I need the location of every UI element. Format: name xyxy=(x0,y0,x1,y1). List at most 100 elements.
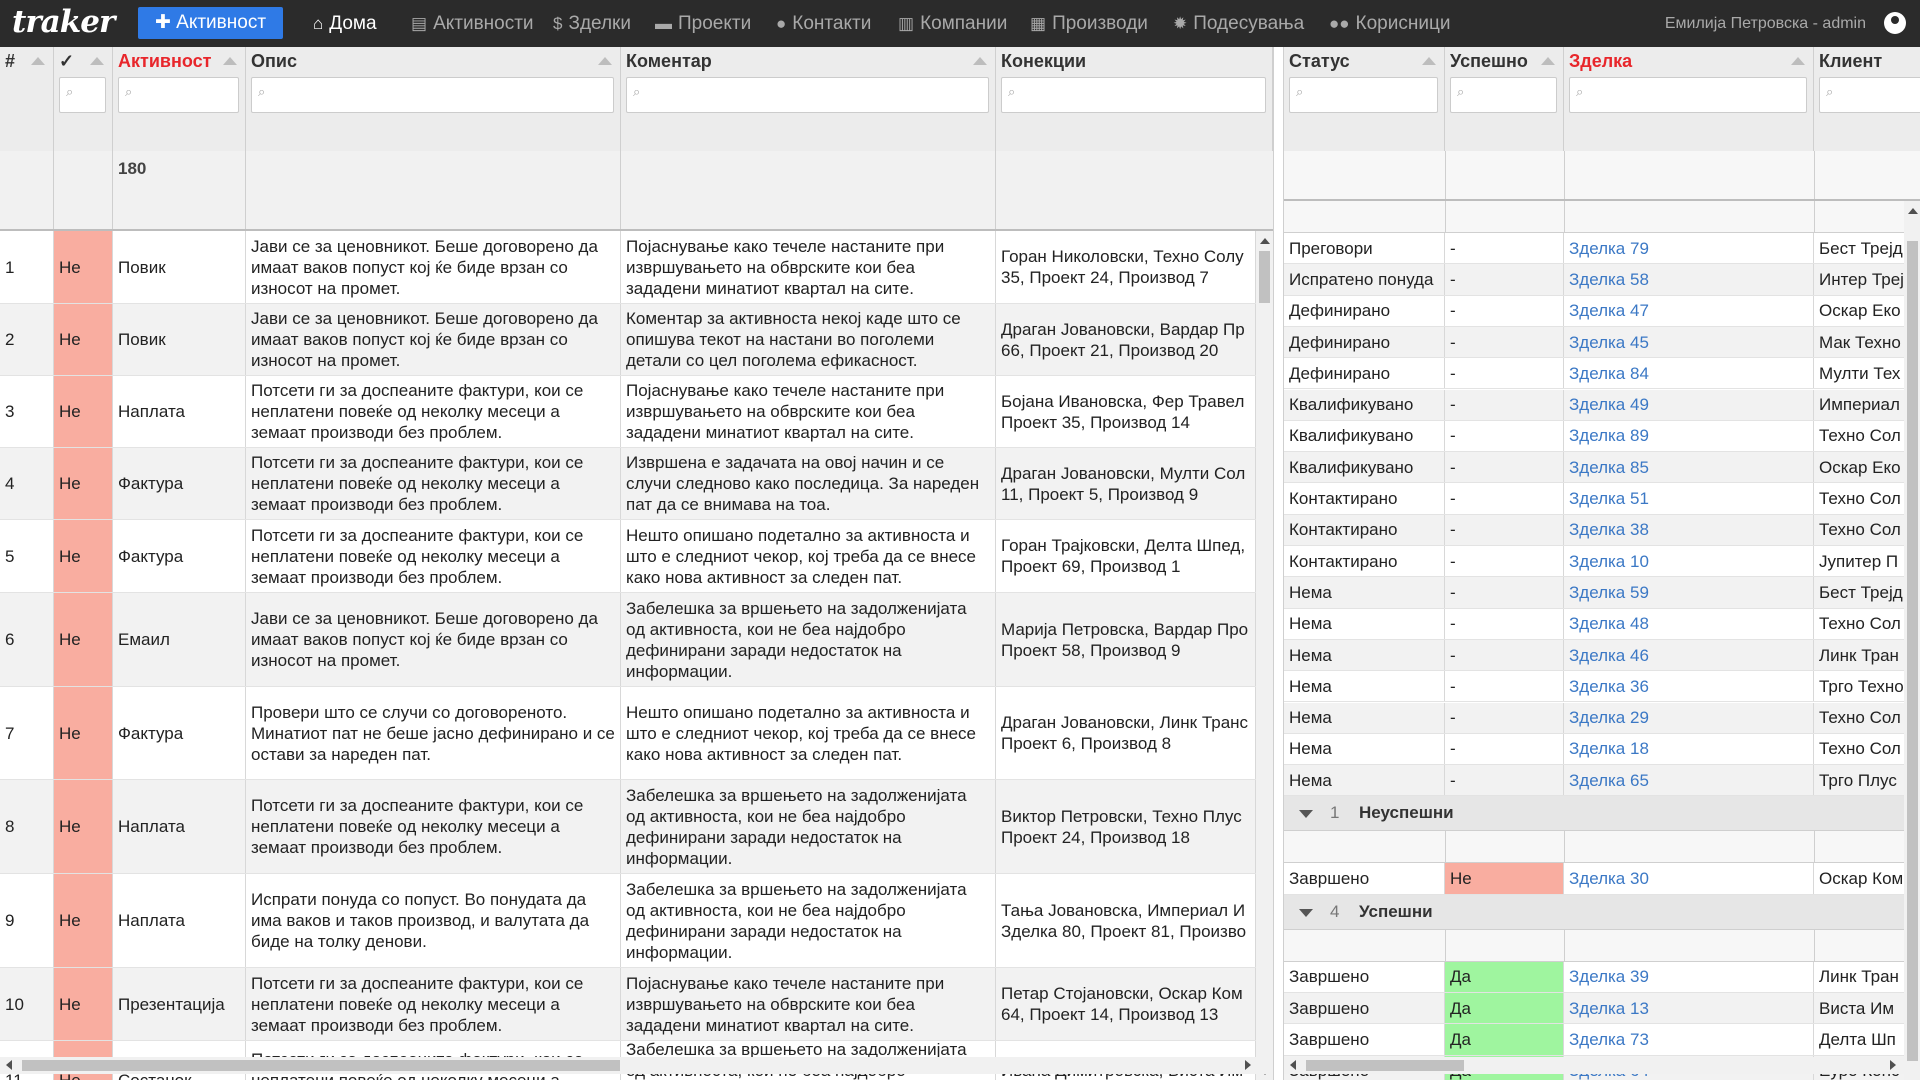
user-name[interactable]: Емилија Петровска - admin xyxy=(1665,0,1866,47)
table-row[interactable]: 5 Не Фактура Потсети ги за доспеаните факту… xyxy=(0,520,1256,593)
vscroll-thumb[interactable] xyxy=(1259,251,1270,303)
deal-deal[interactable]: Зделка 36 xyxy=(1569,676,1649,697)
deal-deal[interactable]: Зделка 18 xyxy=(1569,738,1649,759)
deal-deal-cell[interactable]: Зделка 73 xyxy=(1564,1024,1814,1055)
table-row[interactable]: 10 Не Презентација Потсети ги за доспеаните… xyxy=(0,968,1256,1041)
nav-item[interactable]: ▦ Производи xyxy=(1030,0,1148,47)
col-activity[interactable]: Активност ⌕ xyxy=(113,47,246,151)
deal-deal-cell[interactable]: Зделка 84 xyxy=(1564,358,1814,389)
deal-deal[interactable]: Зделка 51 xyxy=(1569,488,1649,509)
table-row[interactable]: 6 Не Емаил Јави се за ценовникот. Беше дого… xyxy=(0,593,1256,687)
deal-deal[interactable]: Зделка 59 xyxy=(1569,582,1649,603)
filter-client-input[interactable]: ⌕ xyxy=(1819,77,1920,113)
deal-deal[interactable]: Зделка 73 xyxy=(1569,1029,1649,1050)
table-row[interactable]: Контактирано - Зделка 38 Техно Сол xyxy=(1284,514,1904,546)
sort-icon[interactable] xyxy=(1541,57,1555,65)
deal-deal[interactable]: Зделка 30 xyxy=(1569,868,1649,889)
deal-deal-cell[interactable]: Зделка 36 xyxy=(1564,671,1814,702)
filter-success-input[interactable]: ⌕ xyxy=(1450,77,1557,113)
deal-deal[interactable]: Зделка 89 xyxy=(1569,425,1649,446)
deal-deal-cell[interactable]: Зделка 47 xyxy=(1564,295,1814,326)
deal-deal-cell[interactable]: Зделка 39 xyxy=(1564,961,1814,992)
col-connections[interactable]: Конекции ⌕ xyxy=(996,47,1273,151)
deals-hscrollbar[interactable] xyxy=(1284,1057,1904,1074)
filter-comment-input[interactable]: ⌕ xyxy=(626,77,989,113)
deal-deal[interactable]: Зделка 58 xyxy=(1569,269,1649,290)
deal-deal-cell[interactable]: Зделка 30 xyxy=(1564,863,1814,894)
table-row[interactable]: Дефинирано - Зделка 45 Мак Техно xyxy=(1284,326,1904,359)
deal-deal[interactable]: Зделка 65 xyxy=(1569,770,1649,791)
table-row[interactable]: 9 Не Наплата Испрати понуда со попуст. Во п… xyxy=(0,874,1256,968)
col-number[interactable]: # xyxy=(0,47,54,151)
filter-activity-input[interactable]: ⌕ xyxy=(118,77,239,113)
deal-deal-cell[interactable]: Зделка 48 xyxy=(1564,608,1814,639)
deal-deal-cell[interactable]: Зделка 13 xyxy=(1564,993,1814,1024)
deal-deal[interactable]: Зделка 10 xyxy=(1569,551,1649,572)
table-row[interactable]: 8 Не Наплата Потсети ги за доспеаните факту… xyxy=(0,780,1256,874)
table-row[interactable]: Дефинирано - Зделка 47 Оскар Еко xyxy=(1284,295,1904,327)
collapse-icon[interactable] xyxy=(1299,810,1313,819)
nav-item[interactable]: ▬ Проекти xyxy=(655,0,751,47)
deal-deal[interactable]: Зделка 29 xyxy=(1569,707,1649,728)
deal-deal-cell[interactable]: Зделка 10 xyxy=(1564,546,1814,577)
table-row[interactable]: Нема - Зделка 29 Техно Сол xyxy=(1284,702,1904,734)
collapse-icon[interactable] xyxy=(1299,908,1313,917)
sort-icon[interactable] xyxy=(223,57,237,65)
table-row[interactable]: Завршено Не Зделка 30 Оскар Ком xyxy=(1284,863,1904,895)
table-row[interactable]: Дефинирано - Зделка 84 Мулти Тех xyxy=(1284,358,1904,390)
filter-status-input[interactable]: ⌕ xyxy=(1289,77,1438,113)
deal-deal-cell[interactable]: Зделка 46 xyxy=(1564,639,1814,671)
deal-deal-cell[interactable]: Зделка 49 xyxy=(1564,389,1814,420)
deal-deal-cell[interactable]: Зделка 29 xyxy=(1564,702,1814,733)
filter-connections-input[interactable]: ⌕ xyxy=(1001,77,1266,113)
deal-deal-cell[interactable]: Зделка 18 xyxy=(1564,733,1814,765)
deal-deal-cell[interactable]: Зделка 58 xyxy=(1564,264,1814,295)
nav-item[interactable]: $ Зделки xyxy=(553,0,631,47)
deal-deal[interactable]: Зделка 38 xyxy=(1569,519,1649,540)
sort-icon[interactable] xyxy=(90,57,104,65)
table-row[interactable]: Завршено Да Зделка 39 Линк Тран xyxy=(1284,961,1904,993)
col-client[interactable]: Клиент ⌕ xyxy=(1814,47,1920,151)
group-header[interactable]: 4 Успешни xyxy=(1284,894,1904,930)
filter-description-input[interactable]: ⌕ xyxy=(251,77,614,113)
col-success[interactable]: Успешно ⌕ xyxy=(1445,47,1564,151)
table-row[interactable]: 1 Не Повик Јави се за ценовникот. Беше дого… xyxy=(0,231,1256,304)
deal-deal[interactable]: Зделка 48 xyxy=(1569,613,1649,634)
sort-icon[interactable] xyxy=(1422,57,1436,65)
col-description[interactable]: Опис ⌕ xyxy=(246,47,621,151)
deal-deal-cell[interactable]: Зделка 65 xyxy=(1564,765,1814,796)
deal-deal-cell[interactable]: Зделка 51 xyxy=(1564,483,1814,514)
col-comment[interactable]: Коментар ⌕ xyxy=(621,47,996,151)
deal-deal[interactable]: Зделка 46 xyxy=(1569,645,1649,666)
deals-vscrollbar[interactable] xyxy=(1904,201,1920,1080)
app-logo[interactable]: traker xyxy=(12,4,115,40)
deal-deal-cell[interactable]: Зделка 79 xyxy=(1564,233,1814,264)
deal-deal[interactable]: Зделка 39 xyxy=(1569,966,1649,987)
vscroll-thumb[interactable] xyxy=(1907,241,1918,1061)
table-row[interactable]: Контактирано - Зделка 51 Техно Сол xyxy=(1284,483,1904,515)
table-row[interactable]: 2 Не Повик Јави се за ценовникот. Беше дого… xyxy=(0,304,1256,376)
activities-hscrollbar[interactable] xyxy=(0,1057,1273,1074)
hscroll-thumb[interactable] xyxy=(22,1060,620,1071)
table-row[interactable]: Нема - Зделка 59 Бест Трејд xyxy=(1284,577,1904,609)
table-row[interactable]: Нема - Зделка 48 Техно Сол xyxy=(1284,608,1904,640)
nav-item[interactable]: ✹ Подесувања xyxy=(1173,0,1304,47)
deal-deal[interactable]: Зделка 13 xyxy=(1569,998,1649,1019)
table-row[interactable]: Преговори - Зделка 79 Бест Трејд xyxy=(1284,233,1904,265)
sort-icon[interactable] xyxy=(1791,57,1805,65)
deal-deal-cell[interactable]: Зделка 89 xyxy=(1564,420,1814,452)
table-row[interactable]: Квалификувано - Зделка 89 Техно Сол xyxy=(1284,420,1904,453)
table-row[interactable]: Квалификувано - Зделка 49 Империал xyxy=(1284,389,1904,421)
deal-deal-cell[interactable]: Зделка 85 xyxy=(1564,452,1814,483)
group-header[interactable]: 1 Неуспешни xyxy=(1284,796,1904,832)
table-row[interactable]: Завршено Да Зделка 73 Делта Шп xyxy=(1284,1024,1904,1056)
table-row[interactable]: Нема - Зделка 18 Техно Сол xyxy=(1284,733,1904,766)
activities-vscrollbar[interactable] xyxy=(1256,231,1273,1080)
deal-deal[interactable]: Зделка 49 xyxy=(1569,394,1649,415)
nav-item[interactable]: ●● Корисници xyxy=(1329,0,1450,47)
hscroll-thumb[interactable] xyxy=(1306,1060,1464,1071)
sort-icon[interactable] xyxy=(31,57,45,65)
deal-deal[interactable]: Зделка 84 xyxy=(1569,363,1649,384)
deal-deal[interactable]: Зделка 47 xyxy=(1569,300,1649,321)
table-row[interactable]: Квалификувано - Зделка 85 Оскар Еко xyxy=(1284,452,1904,484)
